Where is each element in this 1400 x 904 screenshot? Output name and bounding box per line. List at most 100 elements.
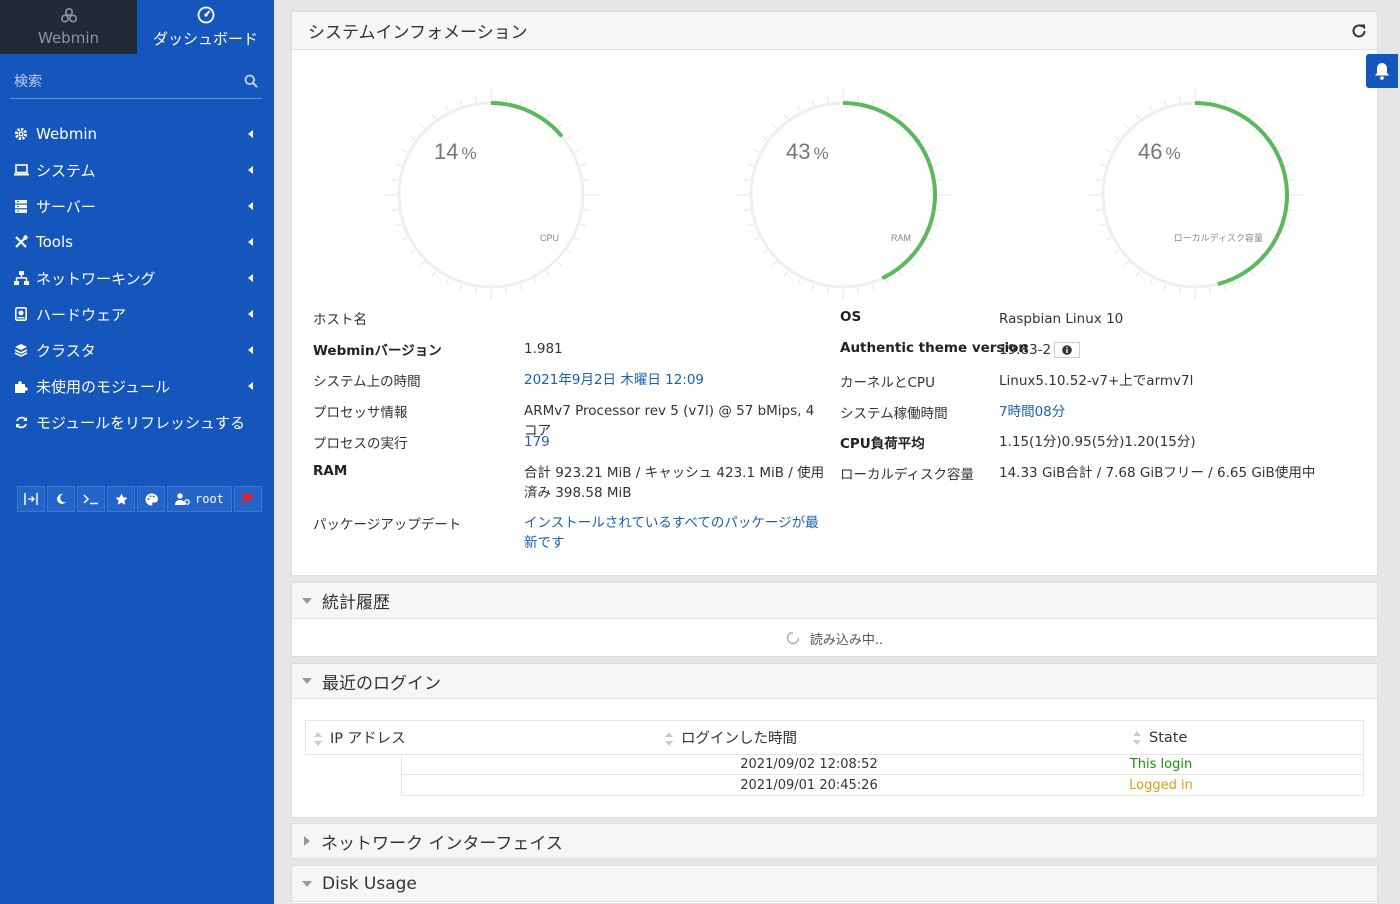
night-mode-button[interactable] [47,486,75,512]
search-input[interactable]: 検索 [10,64,262,99]
favorites-button[interactable] [107,486,135,512]
gauge-tick [474,287,477,294]
sidebar-item-unused-modules[interactable]: 未使用のモジュール [0,368,274,404]
gauge-tick [1105,149,1112,153]
gauge-tick [897,270,903,277]
column-ip[interactable]: IP アドレス [306,727,659,748]
spinner-icon [786,631,800,645]
gauge-tick [1123,123,1129,129]
stats-history-header[interactable]: 統計履歴 [292,583,1377,619]
gauge-tick [459,284,463,291]
collapse-icon [302,597,312,604]
logout-button[interactable] [233,486,262,512]
info-value[interactable]: 7時間08分 [999,402,1339,422]
info-value: 14.33 GiB合計 / 7.68 GiBフリー / 6.65 GiB使用中 [999,465,1316,481]
notifications-button[interactable] [1366,54,1398,88]
sidebar-item-label: ハードウェア [36,305,127,324]
gauge-tick [545,113,551,120]
gauge: 14 % CPU [383,87,599,300]
gauge-tick [826,287,829,294]
user-button[interactable]: root [167,486,232,512]
gauge-tick [1163,284,1167,291]
laptop-icon [13,162,29,178]
refresh-icon[interactable] [1351,23,1367,39]
sidebar-item-label: ネットワーキング [36,269,156,288]
gauge-tick [574,237,581,241]
gauge-tick [1261,123,1267,129]
sidebar-item-hardware[interactable]: ハードウェア [0,296,274,332]
gauge-tick [1270,249,1277,255]
caret-left-icon [248,346,253,354]
info-value[interactable]: 179 [524,432,829,452]
sidebar-item-label: モジュールをリフレッシュする [36,413,245,432]
disk-usage-header[interactable]: Disk Usage [292,866,1377,902]
info-label: システム上の時間 [313,374,421,390]
tab-dashboard-label: ダッシュボード [152,29,258,48]
gauge-tick [557,261,563,267]
disk-usage-panel: Disk Usage [291,865,1378,904]
gauge-tick [392,209,399,212]
search-icon[interactable] [244,74,258,88]
terminal-icon [83,494,98,505]
sidebar-item-servers[interactable]: サーバー [0,188,274,224]
gear-icon [13,126,29,142]
info-value[interactable]: インストールされているすべてのパッケージが最新です [524,513,829,553]
gauge-tick [857,96,860,103]
caret-left-icon [248,382,253,390]
sidebar-item-tools[interactable]: Tools [0,224,274,260]
gauge-tick [935,178,942,181]
search-placeholder: 検索 [14,74,42,90]
gauge-tick [419,261,425,267]
gauge-tick [1149,105,1153,112]
gauge-label: RAM [891,233,911,243]
info-label: カーネルとCPU [840,375,935,391]
tab-dashboard[interactable]: ダッシュボード [137,0,274,54]
user-name: root [195,492,224,506]
gauge-tick [1270,135,1277,141]
column-state[interactable]: State [1127,730,1363,746]
gauge-tick [580,163,587,167]
tab-webmin[interactable]: Webmin [0,0,137,54]
gauge-tick [885,105,889,112]
info-value[interactable]: 2021年9月2日 木曜日 12:09 [524,370,829,390]
tab-webmin-label: Webmin [38,29,99,47]
flag-icon [242,493,253,505]
gauge-tick [932,163,939,167]
sidebar-item-system[interactable]: システム [0,152,274,188]
info-label: パッケージアップデート [313,517,462,533]
gauge-tick [918,249,925,255]
theme-options-button[interactable] [137,486,165,512]
sidebar-item-networking[interactable]: ネットワーキング [0,260,274,296]
sidebar-item-refresh-modules[interactable]: モジュールをリフレッシュする [0,404,274,440]
gauge-tick [935,209,942,212]
gauge-tick [1284,163,1291,167]
theme-info-button[interactable] [1054,342,1080,358]
gauge-tick [445,105,449,112]
gauge-tick [1287,209,1294,212]
gauge-tick [871,99,875,106]
recent-logins-header[interactable]: 最近のログイン [292,664,1377,699]
gauge-tick [474,96,477,103]
gauge-tick [1135,113,1141,120]
system-info-panel: システムインフォメーション 14% CPU 43% RAM 46% ローカルディスク容量 … [291,11,1378,576]
server-icon [13,198,29,214]
logins-table-header: IP アドレス ログインした時間 State [305,720,1364,755]
sidebar-item-label: Webmin [36,125,97,143]
network-icon [13,270,29,286]
gauge-tick [783,113,789,120]
sidebar-item-webmin[interactable]: Webmin [0,116,274,152]
gauge-tick [1178,96,1181,103]
gauge-tick [811,99,815,106]
network-interfaces-header[interactable]: ネットワーク インターフェイス [292,824,1377,858]
gauge-tick [1096,209,1103,212]
collapse-sidebar-button[interactable] [17,486,45,512]
sidebar-item-cluster[interactable]: クラスタ [0,332,274,368]
gauge-tick [1099,223,1106,227]
terminal-button[interactable] [77,486,105,512]
caret-left-icon [248,166,253,174]
loading-text: 読み込み中.. [809,632,884,648]
stats-history-title: 統計履歴 [322,593,390,613]
column-time[interactable]: ログインした時間 [659,727,1127,748]
caret-left-icon [248,130,253,138]
logins-table: IP アドレス ログインした時間 State 2021/09/02 12:08:… [305,720,1364,796]
